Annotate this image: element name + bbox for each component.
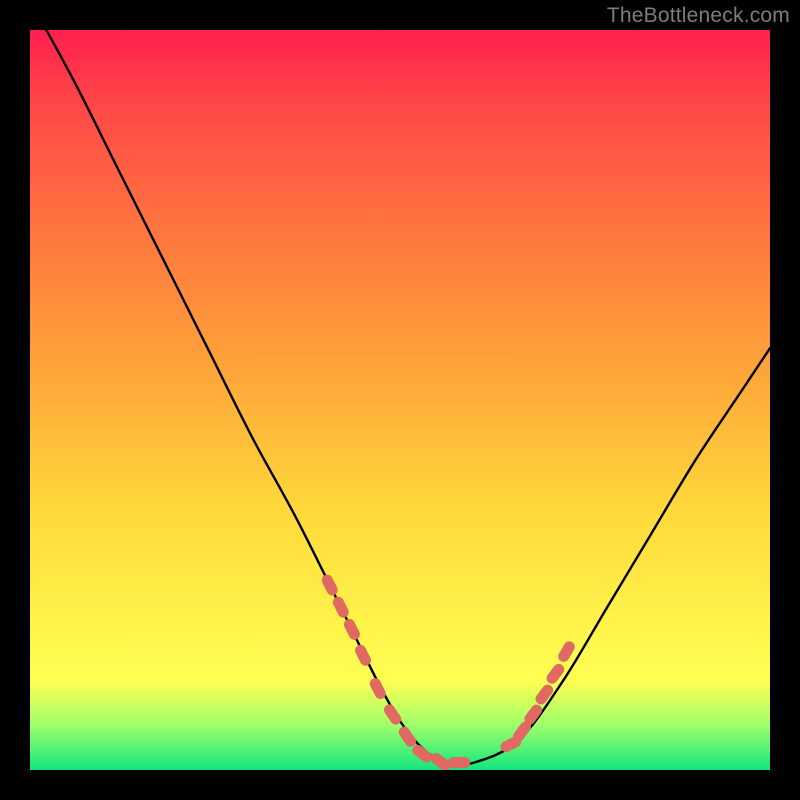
curve-marker [349, 625, 354, 635]
chart-svg [30, 30, 770, 770]
curve-marker [519, 727, 526, 736]
marker-cluster-right [506, 647, 569, 747]
chart-frame: TheBottleneck.com [0, 0, 800, 800]
curve-marker [564, 647, 570, 656]
curve-marker [530, 710, 537, 719]
watermark-text: TheBottleneck.com [607, 4, 790, 28]
curve-marker [375, 684, 380, 694]
curve-marker [404, 732, 410, 741]
curve-marker [552, 669, 559, 678]
curve-marker [418, 750, 427, 757]
curve-marker [541, 690, 548, 699]
curve-marker [361, 650, 366, 660]
curve-marker [327, 580, 332, 590]
curve-marker [506, 742, 516, 747]
curve-marker [436, 759, 445, 766]
curve-group [30, 30, 770, 765]
marker-cluster-left [327, 580, 465, 765]
curve-marker [390, 710, 396, 719]
bottleneck-curve [30, 30, 770, 765]
curve-marker [338, 602, 343, 612]
plot-area [30, 30, 770, 770]
